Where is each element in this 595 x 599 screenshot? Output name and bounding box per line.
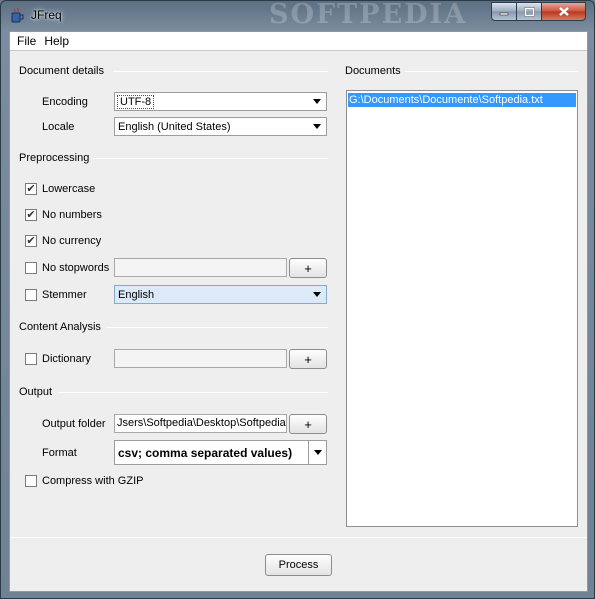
close-button[interactable] (542, 2, 586, 21)
minimize-button[interactable] (491, 2, 517, 21)
maximize-button[interactable] (517, 2, 542, 21)
output-title: Output (19, 386, 53, 398)
preprocessing-separator (93, 158, 328, 159)
document-details-separator (113, 71, 328, 72)
encoding-select[interactable]: UTF-8 (114, 92, 327, 111)
documents-list[interactable]: G:\Documents\Documente\Softpedia.txt (346, 90, 578, 527)
gzip-label: Compress with GZIP (42, 475, 144, 487)
stopwords-file-field[interactable] (114, 258, 287, 277)
java-cup-icon (11, 8, 24, 23)
locale-select[interactable]: English (United States) (114, 117, 327, 136)
app-window: JFreq SOFTPEDIA File Help Document detai… (0, 0, 595, 599)
chevron-down-icon (308, 441, 326, 464)
no-currency-checkbox[interactable]: ✔ (25, 235, 37, 247)
locale-label: Locale (42, 121, 75, 133)
locale-value: English (United States) (118, 120, 231, 133)
no-numbers-checkbox[interactable]: ✔ (25, 209, 37, 221)
no-currency-label: No currency (42, 235, 102, 247)
lowercase-checkbox[interactable]: ✔ (25, 183, 37, 195)
output-folder-field[interactable]: Jsers\Softpedia\Desktop\Softpedia (114, 414, 287, 433)
no-stopwords-label: No stopwords (42, 262, 110, 274)
content-analysis-separator (107, 327, 328, 328)
stemmer-checkbox[interactable] (25, 289, 37, 301)
encoding-label: Encoding (42, 96, 88, 108)
no-stopwords-checkbox[interactable] (25, 262, 37, 274)
window-controls (491, 2, 586, 21)
gzip-checkbox[interactable] (25, 475, 37, 487)
process-button[interactable]: Process (265, 554, 332, 576)
lowercase-label: Lowercase (42, 183, 96, 195)
window-title: JFreq (31, 8, 62, 22)
documents-separator (405, 71, 578, 72)
menu-bar: File Help (10, 32, 587, 51)
no-numbers-label: No numbers (42, 209, 102, 221)
menu-file[interactable]: File (13, 34, 40, 48)
preprocessing-title: Preprocessing (19, 152, 90, 164)
format-label: Format (42, 447, 77, 459)
format-value: csv; comma separated values) (118, 445, 293, 460)
title-bar[interactable]: JFreq SOFTPEDIA (1, 0, 594, 31)
minimize-icon (499, 12, 509, 15)
output-folder-label: Output folder (42, 418, 106, 430)
content-analysis-title: Content Analysis (19, 321, 101, 333)
add-dictionary-button[interactable]: + (289, 349, 327, 369)
bottom-separator (10, 537, 587, 538)
menu-help[interactable]: Help (40, 34, 73, 48)
chevron-down-icon (310, 120, 324, 133)
encoding-value: UTF-8 (117, 94, 155, 109)
documents-title: Documents (345, 65, 401, 77)
dictionary-file-field[interactable] (114, 349, 287, 368)
stemmer-value: English (118, 288, 155, 301)
stemmer-label: Stemmer (42, 289, 87, 301)
document-details-title: Document details (19, 65, 104, 77)
dictionary-label: Dictionary (42, 353, 91, 365)
watermark: SOFTPEDIA (269, 0, 468, 30)
format-select[interactable]: csv; comma separated values) (114, 440, 327, 465)
close-icon (558, 7, 569, 16)
chevron-down-icon (310, 95, 324, 108)
stemmer-select[interactable]: English (114, 285, 327, 304)
output-separator (59, 392, 328, 393)
browse-output-folder-button[interactable]: + (289, 414, 327, 434)
list-item[interactable]: G:\Documents\Documente\Softpedia.txt (348, 93, 576, 107)
chevron-down-icon (310, 288, 324, 301)
dictionary-checkbox[interactable] (25, 353, 37, 365)
client-area: File Help Document details Encoding UTF-… (9, 31, 588, 592)
add-stopwords-button[interactable]: + (289, 258, 327, 278)
maximize-icon (523, 6, 535, 17)
